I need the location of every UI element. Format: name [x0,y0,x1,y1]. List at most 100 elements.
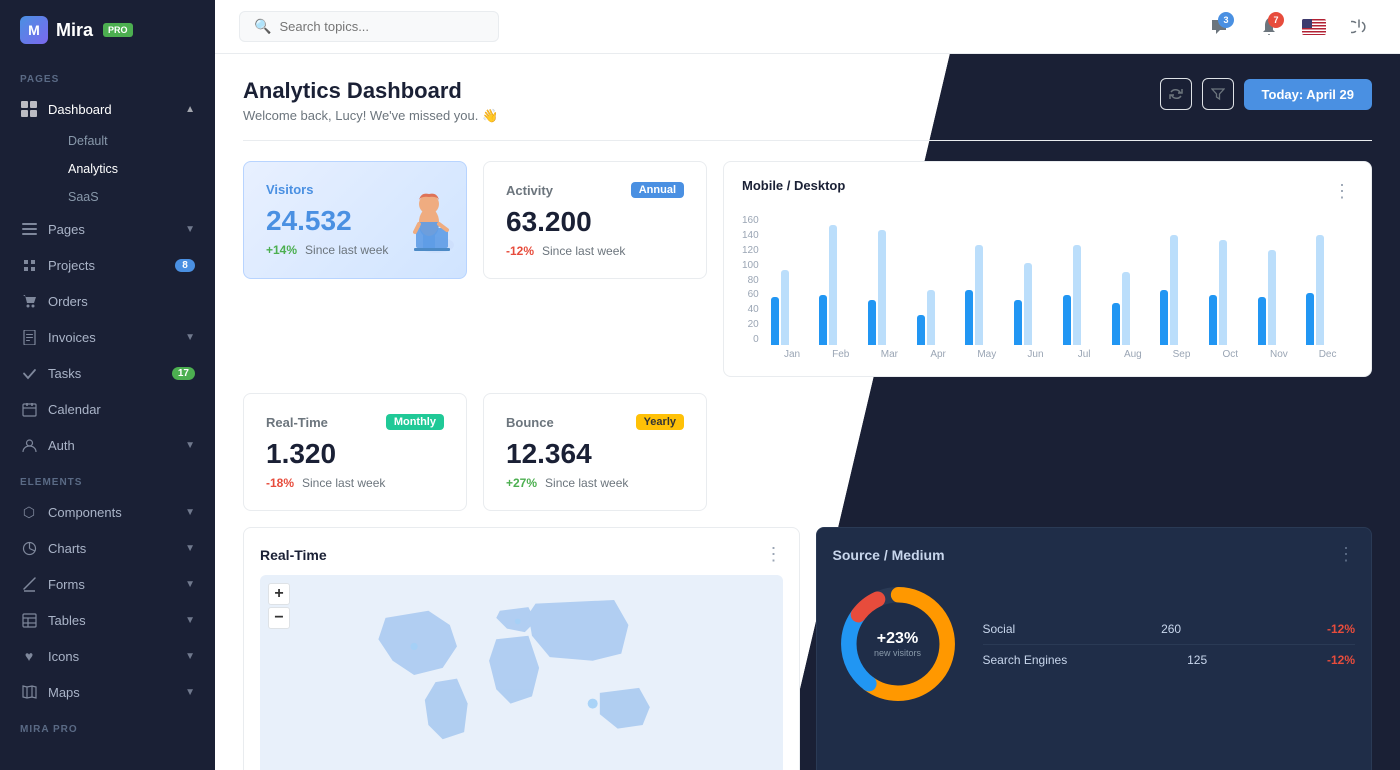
sidebar-item-pages[interactable]: Pages ▼ [0,211,215,247]
search-input[interactable] [279,19,484,34]
source-change-search: -12% [1327,653,1355,667]
map-more[interactable]: ⋮ [765,544,783,565]
pages-icon [20,220,38,238]
realtime-change: -18% [266,476,294,490]
realtime-title: Real-Time [266,415,328,430]
source-more[interactable]: ⋮ [1337,544,1355,565]
pages-chevron: ▼ [185,224,195,235]
activity-value: 63.200 [506,206,684,238]
maps-label: Maps [48,685,80,700]
page-content: Analytics Dashboard Welcome back, Lucy! … [215,54,1400,770]
mobile-desktop-more[interactable]: ⋮ [1333,181,1353,202]
submenu-analytics[interactable]: Analytics [48,155,215,183]
bounce-badge: Yearly [636,414,684,430]
page-header-actions: Today: April 29 [1160,78,1372,110]
sidebar-item-projects[interactable]: Projects 8 [0,247,215,283]
source-medium-card: Source / Medium ⋮ [816,527,1373,770]
source-name-social: Social [983,622,1016,636]
source-val-social: 260 [1161,622,1181,636]
invoices-chevron: ▼ [185,332,195,343]
header-actions: 3 7 [1202,10,1376,44]
activity-card: Activity Annual 63.200 -12% Since last w… [483,161,707,279]
tables-label: Tables [48,613,86,628]
bounce-title: Bounce [506,415,554,430]
visitors-change: +14% [266,243,297,257]
sidebar-item-orders[interactable]: Orders [0,283,215,319]
sidebar-item-tables[interactable]: Tables ▼ [0,602,215,638]
map-zoom-in[interactable]: + [268,583,290,605]
icons-label: Icons [48,649,79,664]
app-name: Mira [56,20,93,41]
sidebar-item-icons[interactable]: ♥ Icons ▼ [0,638,215,674]
source-val-search: 125 [1187,653,1207,667]
auth-label: Auth [48,438,75,453]
visitors-card: Visitors 24.532 +14% Since last week [243,161,467,279]
auth-icon [20,436,38,454]
donut-chart: +23% new visitors [833,579,963,709]
calendar-label: Calendar [48,402,101,417]
sidebar-item-tasks[interactable]: Tasks 17 [0,355,215,391]
map-zoom-out[interactable]: − [268,607,290,629]
sidebar-item-dashboard[interactable]: Dashboard ▲ [0,91,215,127]
dashboard-icon [20,100,38,118]
donut-center: +23% new visitors [874,630,921,658]
maps-icon [20,683,38,701]
forms-chevron: ▼ [185,579,195,590]
notification-button[interactable]: 7 [1252,10,1286,44]
bar-chart [767,215,1353,345]
app-logo[interactable]: M Mira PRO [0,0,215,60]
page-subtitle: Welcome back, Lucy! We've missed you. 👋 [243,108,498,124]
projects-label: Projects [48,258,95,273]
submenu-default[interactable]: Default [48,127,215,155]
realtime-badge: Monthly [386,414,444,430]
page-title-area: Analytics Dashboard Welcome back, Lucy! … [243,78,498,124]
activity-change: -12% [506,244,534,258]
source-table: Social 260 -12% Search Engines 125 -12% [983,614,1356,675]
logo-icon: M [20,16,48,44]
sidebar-item-calendar[interactable]: Calendar [0,391,215,427]
filter-button[interactable] [1202,78,1234,110]
mobile-desktop-title: Mobile / Desktop [742,178,845,193]
language-flag[interactable] [1302,19,1326,35]
main-area: 🔍 3 7 [215,0,1400,770]
visitors-title: Visitors [266,182,313,197]
tables-chevron: ▼ [185,615,195,626]
source-row-search: Search Engines 125 -12% [983,645,1356,675]
visitors-since: Since last week [305,243,388,257]
source-name-search: Search Engines [983,653,1068,667]
sidebar-item-charts[interactable]: Charts ▼ [0,530,215,566]
realtime-card: Real-Time Monthly 1.320 -18% Since last … [243,393,467,511]
dashboard-chevron: ▲ [185,104,195,115]
sidebar-item-auth[interactable]: Auth ▼ [0,427,215,463]
sidebar-item-maps[interactable]: Maps ▼ [0,674,215,710]
bounce-value: 12.364 [506,438,684,470]
invoices-label: Invoices [48,330,96,345]
charts-chevron: ▼ [185,543,195,554]
sidebar-item-invoices[interactable]: Invoices ▼ [0,319,215,355]
icons-chevron: ▼ [185,651,195,662]
visitors-illustration [381,180,456,260]
chart-y-axis: 160140120100806040200 [742,215,763,345]
pages-label: Pages [48,222,85,237]
sidebar: M Mira PRO PAGES Dashboard ▲ Default Ana… [0,0,215,770]
tasks-badge: 17 [172,367,195,380]
world-map-svg [260,575,783,770]
sidebar-item-components[interactable]: ⬡ Components ▼ [0,494,215,530]
maps-chevron: ▼ [185,687,195,698]
tasks-icon [20,364,38,382]
chat-button[interactable]: 3 [1202,10,1236,44]
sidebar-item-forms[interactable]: Forms ▼ [0,566,215,602]
donut-label: new visitors [874,648,921,658]
top-header: 🔍 3 7 [215,0,1400,54]
components-icon: ⬡ [20,503,38,521]
map-container: + − [260,575,783,770]
tables-icon [20,611,38,629]
activity-badge: Annual [631,182,684,198]
date-button[interactable]: Today: April 29 [1244,79,1372,110]
power-button[interactable] [1342,10,1376,44]
orders-label: Orders [48,294,88,309]
refresh-button[interactable] [1160,78,1192,110]
submenu-saas[interactable]: SaaS [48,183,215,211]
chat-badge: 3 [1218,12,1234,28]
search-box[interactable]: 🔍 [239,11,499,42]
